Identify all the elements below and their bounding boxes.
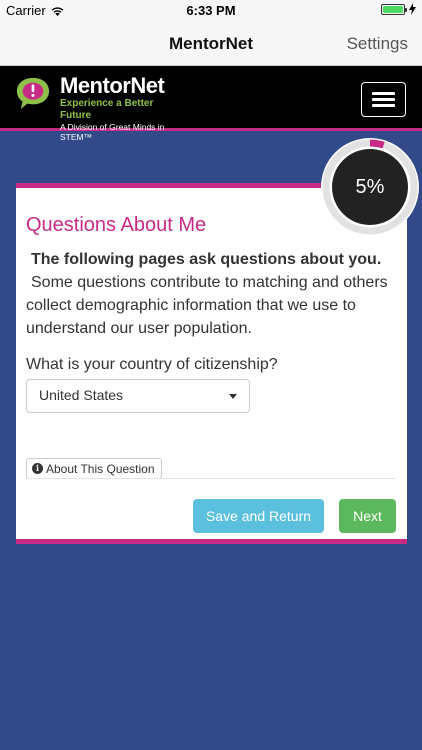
- battery-icon: [381, 3, 407, 15]
- caret-down-icon: [229, 394, 237, 399]
- progress-label: 5%: [355, 176, 385, 198]
- mentornet-logo[interactable]: MentorNet Experience a Better Future A D…: [14, 73, 174, 142]
- brand-subtitle: A Division of Great Minds in STEM™: [60, 122, 165, 142]
- status-bar: Carrier 6:33 PM: [0, 0, 422, 22]
- brand-name: MentorNet: [60, 73, 165, 98]
- hamburger-icon: [372, 92, 395, 95]
- about-question-label: About This Question: [46, 462, 155, 476]
- question-card: Questions About Me The following pages a…: [16, 183, 407, 544]
- country-select[interactable]: United States: [26, 379, 250, 413]
- charging-icon: [409, 3, 416, 15]
- hamburger-menu-button[interactable]: [361, 82, 406, 117]
- progress-indicator: 5%: [320, 137, 420, 237]
- brand-header: MentorNet Experience a Better Future A D…: [0, 66, 422, 142]
- info-icon: i: [32, 463, 43, 474]
- settings-button[interactable]: Settings: [347, 34, 408, 54]
- intro-text: The following pages ask questions about …: [26, 248, 394, 340]
- save-and-return-button[interactable]: Save and Return: [193, 499, 324, 533]
- card-title: Questions About Me: [26, 214, 207, 236]
- divider: [26, 478, 396, 479]
- next-button[interactable]: Next: [339, 499, 396, 533]
- navigation-bar: MentorNet Settings: [0, 22, 422, 66]
- about-question-button[interactable]: i About This Question: [26, 458, 162, 479]
- speech-bubble-logo-icon: [16, 77, 50, 110]
- intro-body: Some questions contribute to matching an…: [26, 274, 388, 337]
- intro-bold: The following pages ask questions about …: [31, 251, 382, 268]
- clock: 6:33 PM: [186, 3, 236, 18]
- brand-tagline: Experience a Better Future: [60, 98, 154, 121]
- question-label: What is your country of citizenship?: [26, 356, 278, 373]
- selected-country: United States: [39, 387, 124, 403]
